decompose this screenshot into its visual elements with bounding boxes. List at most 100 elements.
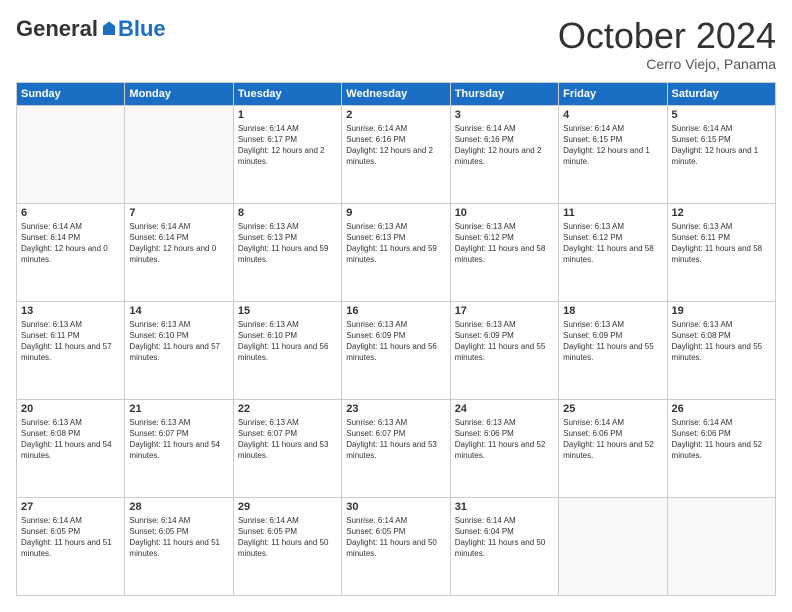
day-info: Sunrise: 6:14 AM Sunset: 6:05 PM Dayligh… [21, 515, 120, 560]
calendar-cell: 21 Sunrise: 6:13 AM Sunset: 6:07 PM Dayli… [125, 399, 233, 497]
day-number: 1 [238, 109, 337, 121]
day-number: 3 [455, 109, 554, 121]
calendar-cell: 20 Sunrise: 6:13 AM Sunset: 6:08 PM Dayli… [17, 399, 125, 497]
day-info: Sunrise: 6:14 AM Sunset: 6:14 PM Dayligh… [21, 221, 120, 266]
day-number: 19 [672, 305, 771, 317]
calendar-cell: 23Sunrise: 6:13 AM Sunset: 6:07 PM Dayli… [342, 399, 450, 497]
logo-icon [100, 20, 118, 38]
day-info: Sunrise: 6:13 AM Sunset: 6:13 PM Dayligh… [238, 221, 337, 266]
day-number: 23 [346, 403, 445, 415]
day-info: Sunrise: 6:13 AM Sunset: 6:07 PM Dayligh… [238, 417, 337, 462]
calendar-day-header: Friday [559, 82, 667, 105]
day-number: 8 [238, 207, 337, 219]
day-info: Sunrise: 6:14 AM Sunset: 6:16 PM Dayligh… [346, 123, 445, 168]
day-info: Sunrise: 6:14 AM Sunset: 6:05 PM Dayligh… [129, 515, 228, 560]
day-number: 7 [129, 207, 228, 219]
calendar-cell: 17 Sunrise: 6:13 AM Sunset: 6:09 PM Dayli… [450, 301, 558, 399]
day-info: Sunrise: 6:13 AM Sunset: 6:12 PM Dayligh… [563, 221, 662, 266]
day-number: 13 [21, 305, 120, 317]
day-number: 29 [238, 501, 337, 513]
day-number: 31 [455, 501, 554, 513]
calendar-week-row: 1Sunrise: 6:14 AM Sunset: 6:17 PM Daylig… [17, 105, 776, 203]
day-info: Sunrise: 6:13 AM Sunset: 6:10 PM Dayligh… [238, 319, 337, 364]
calendar-cell [17, 105, 125, 203]
calendar-table: SundayMondayTuesdayWednesdayThursdayFrid… [16, 82, 776, 596]
day-number: 6 [21, 207, 120, 219]
day-number: 22 [238, 403, 337, 415]
calendar-cell: 6 Sunrise: 6:14 AM Sunset: 6:14 PM Daylig… [17, 203, 125, 301]
calendar-cell: 13 Sunrise: 6:13 AM Sunset: 6:11 PM Dayli… [17, 301, 125, 399]
calendar-week-row: 27 Sunrise: 6:14 AM Sunset: 6:05 PM Dayli… [17, 497, 776, 595]
day-number: 16 [346, 305, 445, 317]
logo: General Blue [16, 16, 166, 42]
calendar-cell: 30Sunrise: 6:14 AM Sunset: 6:05 PM Dayli… [342, 497, 450, 595]
day-number: 4 [563, 109, 662, 121]
day-info: Sunrise: 6:13 AM Sunset: 6:11 PM Dayligh… [21, 319, 120, 364]
title-section: October 2024 Cerro Viejo, Panama [558, 16, 776, 72]
day-info: Sunrise: 6:13 AM Sunset: 6:11 PM Dayligh… [672, 221, 771, 266]
calendar-cell: 14 Sunrise: 6:13 AM Sunset: 6:10 PM Dayli… [125, 301, 233, 399]
calendar-cell: 26 Sunrise: 6:14 AM Sunset: 6:06 PM Dayli… [667, 399, 775, 497]
calendar-cell: 9 Sunrise: 6:13 AM Sunset: 6:13 PM Daylig… [342, 203, 450, 301]
calendar-day-header: Sunday [17, 82, 125, 105]
calendar-cell [667, 497, 775, 595]
day-number: 2 [346, 109, 445, 121]
calendar-cell: 18 Sunrise: 6:13 AM Sunset: 6:09 PM Dayli… [559, 301, 667, 399]
day-number: 18 [563, 305, 662, 317]
day-info: Sunrise: 6:13 AM Sunset: 6:09 PM Dayligh… [563, 319, 662, 364]
calendar-cell: 12 Sunrise: 6:13 AM Sunset: 6:11 PM Dayli… [667, 203, 775, 301]
calendar-cell: 4 Sunrise: 6:14 AM Sunset: 6:15 PM Daylig… [559, 105, 667, 203]
calendar-cell: 3Sunrise: 6:14 AM Sunset: 6:16 PM Daylig… [450, 105, 558, 203]
day-number: 14 [129, 305, 228, 317]
calendar-cell: 27 Sunrise: 6:14 AM Sunset: 6:05 PM Dayli… [17, 497, 125, 595]
day-number: 27 [21, 501, 120, 513]
day-info: Sunrise: 6:14 AM Sunset: 6:06 PM Dayligh… [563, 417, 662, 462]
calendar-day-header: Saturday [667, 82, 775, 105]
calendar-cell [125, 105, 233, 203]
calendar-cell: 28 Sunrise: 6:14 AM Sunset: 6:05 PM Dayli… [125, 497, 233, 595]
page-header: General Blue October 2024 Cerro Viejo, P… [16, 16, 776, 72]
calendar-week-row: 13 Sunrise: 6:13 AM Sunset: 6:11 PM Dayli… [17, 301, 776, 399]
calendar-cell: 25 Sunrise: 6:14 AM Sunset: 6:06 PM Dayli… [559, 399, 667, 497]
day-info: Sunrise: 6:13 AM Sunset: 6:08 PM Dayligh… [672, 319, 771, 364]
day-number: 28 [129, 501, 228, 513]
calendar-cell: 5Sunrise: 6:14 AM Sunset: 6:15 PM Daylig… [667, 105, 775, 203]
calendar-cell: 7Sunrise: 6:14 AM Sunset: 6:14 PM Daylig… [125, 203, 233, 301]
day-info: Sunrise: 6:14 AM Sunset: 6:05 PM Dayligh… [238, 515, 337, 560]
calendar-cell: 24Sunrise: 6:13 AM Sunset: 6:06 PM Dayli… [450, 399, 558, 497]
day-number: 15 [238, 305, 337, 317]
calendar-cell: 1Sunrise: 6:14 AM Sunset: 6:17 PM Daylig… [233, 105, 341, 203]
day-info: Sunrise: 6:13 AM Sunset: 6:12 PM Dayligh… [455, 221, 554, 266]
calendar-cell: 10 Sunrise: 6:13 AM Sunset: 6:12 PM Dayli… [450, 203, 558, 301]
month-title: October 2024 [558, 16, 776, 56]
calendar-cell: 16Sunrise: 6:13 AM Sunset: 6:09 PM Dayli… [342, 301, 450, 399]
calendar-cell: 8 Sunrise: 6:13 AM Sunset: 6:13 PM Daylig… [233, 203, 341, 301]
calendar-day-header: Tuesday [233, 82, 341, 105]
day-info: Sunrise: 6:13 AM Sunset: 6:10 PM Dayligh… [129, 319, 228, 364]
day-number: 12 [672, 207, 771, 219]
day-number: 10 [455, 207, 554, 219]
day-info: Sunrise: 6:14 AM Sunset: 6:06 PM Dayligh… [672, 417, 771, 462]
calendar-week-row: 20 Sunrise: 6:13 AM Sunset: 6:08 PM Dayli… [17, 399, 776, 497]
day-info: Sunrise: 6:13 AM Sunset: 6:13 PM Dayligh… [346, 221, 445, 266]
day-info: Sunrise: 6:13 AM Sunset: 6:07 PM Dayligh… [129, 417, 228, 462]
day-info: Sunrise: 6:14 AM Sunset: 6:15 PM Dayligh… [563, 123, 662, 168]
calendar-day-header: Thursday [450, 82, 558, 105]
day-info: Sunrise: 6:13 AM Sunset: 6:09 PM Dayligh… [455, 319, 554, 364]
day-number: 17 [455, 305, 554, 317]
day-number: 11 [563, 207, 662, 219]
day-info: Sunrise: 6:13 AM Sunset: 6:08 PM Dayligh… [21, 417, 120, 462]
calendar-cell: 19 Sunrise: 6:13 AM Sunset: 6:08 PM Dayli… [667, 301, 775, 399]
calendar-cell: 15 Sunrise: 6:13 AM Sunset: 6:10 PM Dayli… [233, 301, 341, 399]
calendar-header-row: SundayMondayTuesdayWednesdayThursdayFrid… [17, 82, 776, 105]
day-number: 25 [563, 403, 662, 415]
day-number: 20 [21, 403, 120, 415]
day-info: Sunrise: 6:13 AM Sunset: 6:06 PM Dayligh… [455, 417, 554, 462]
day-number: 30 [346, 501, 445, 513]
day-number: 26 [672, 403, 771, 415]
day-number: 9 [346, 207, 445, 219]
calendar-cell [559, 497, 667, 595]
day-number: 21 [129, 403, 228, 415]
calendar-day-header: Wednesday [342, 82, 450, 105]
calendar-day-header: Monday [125, 82, 233, 105]
